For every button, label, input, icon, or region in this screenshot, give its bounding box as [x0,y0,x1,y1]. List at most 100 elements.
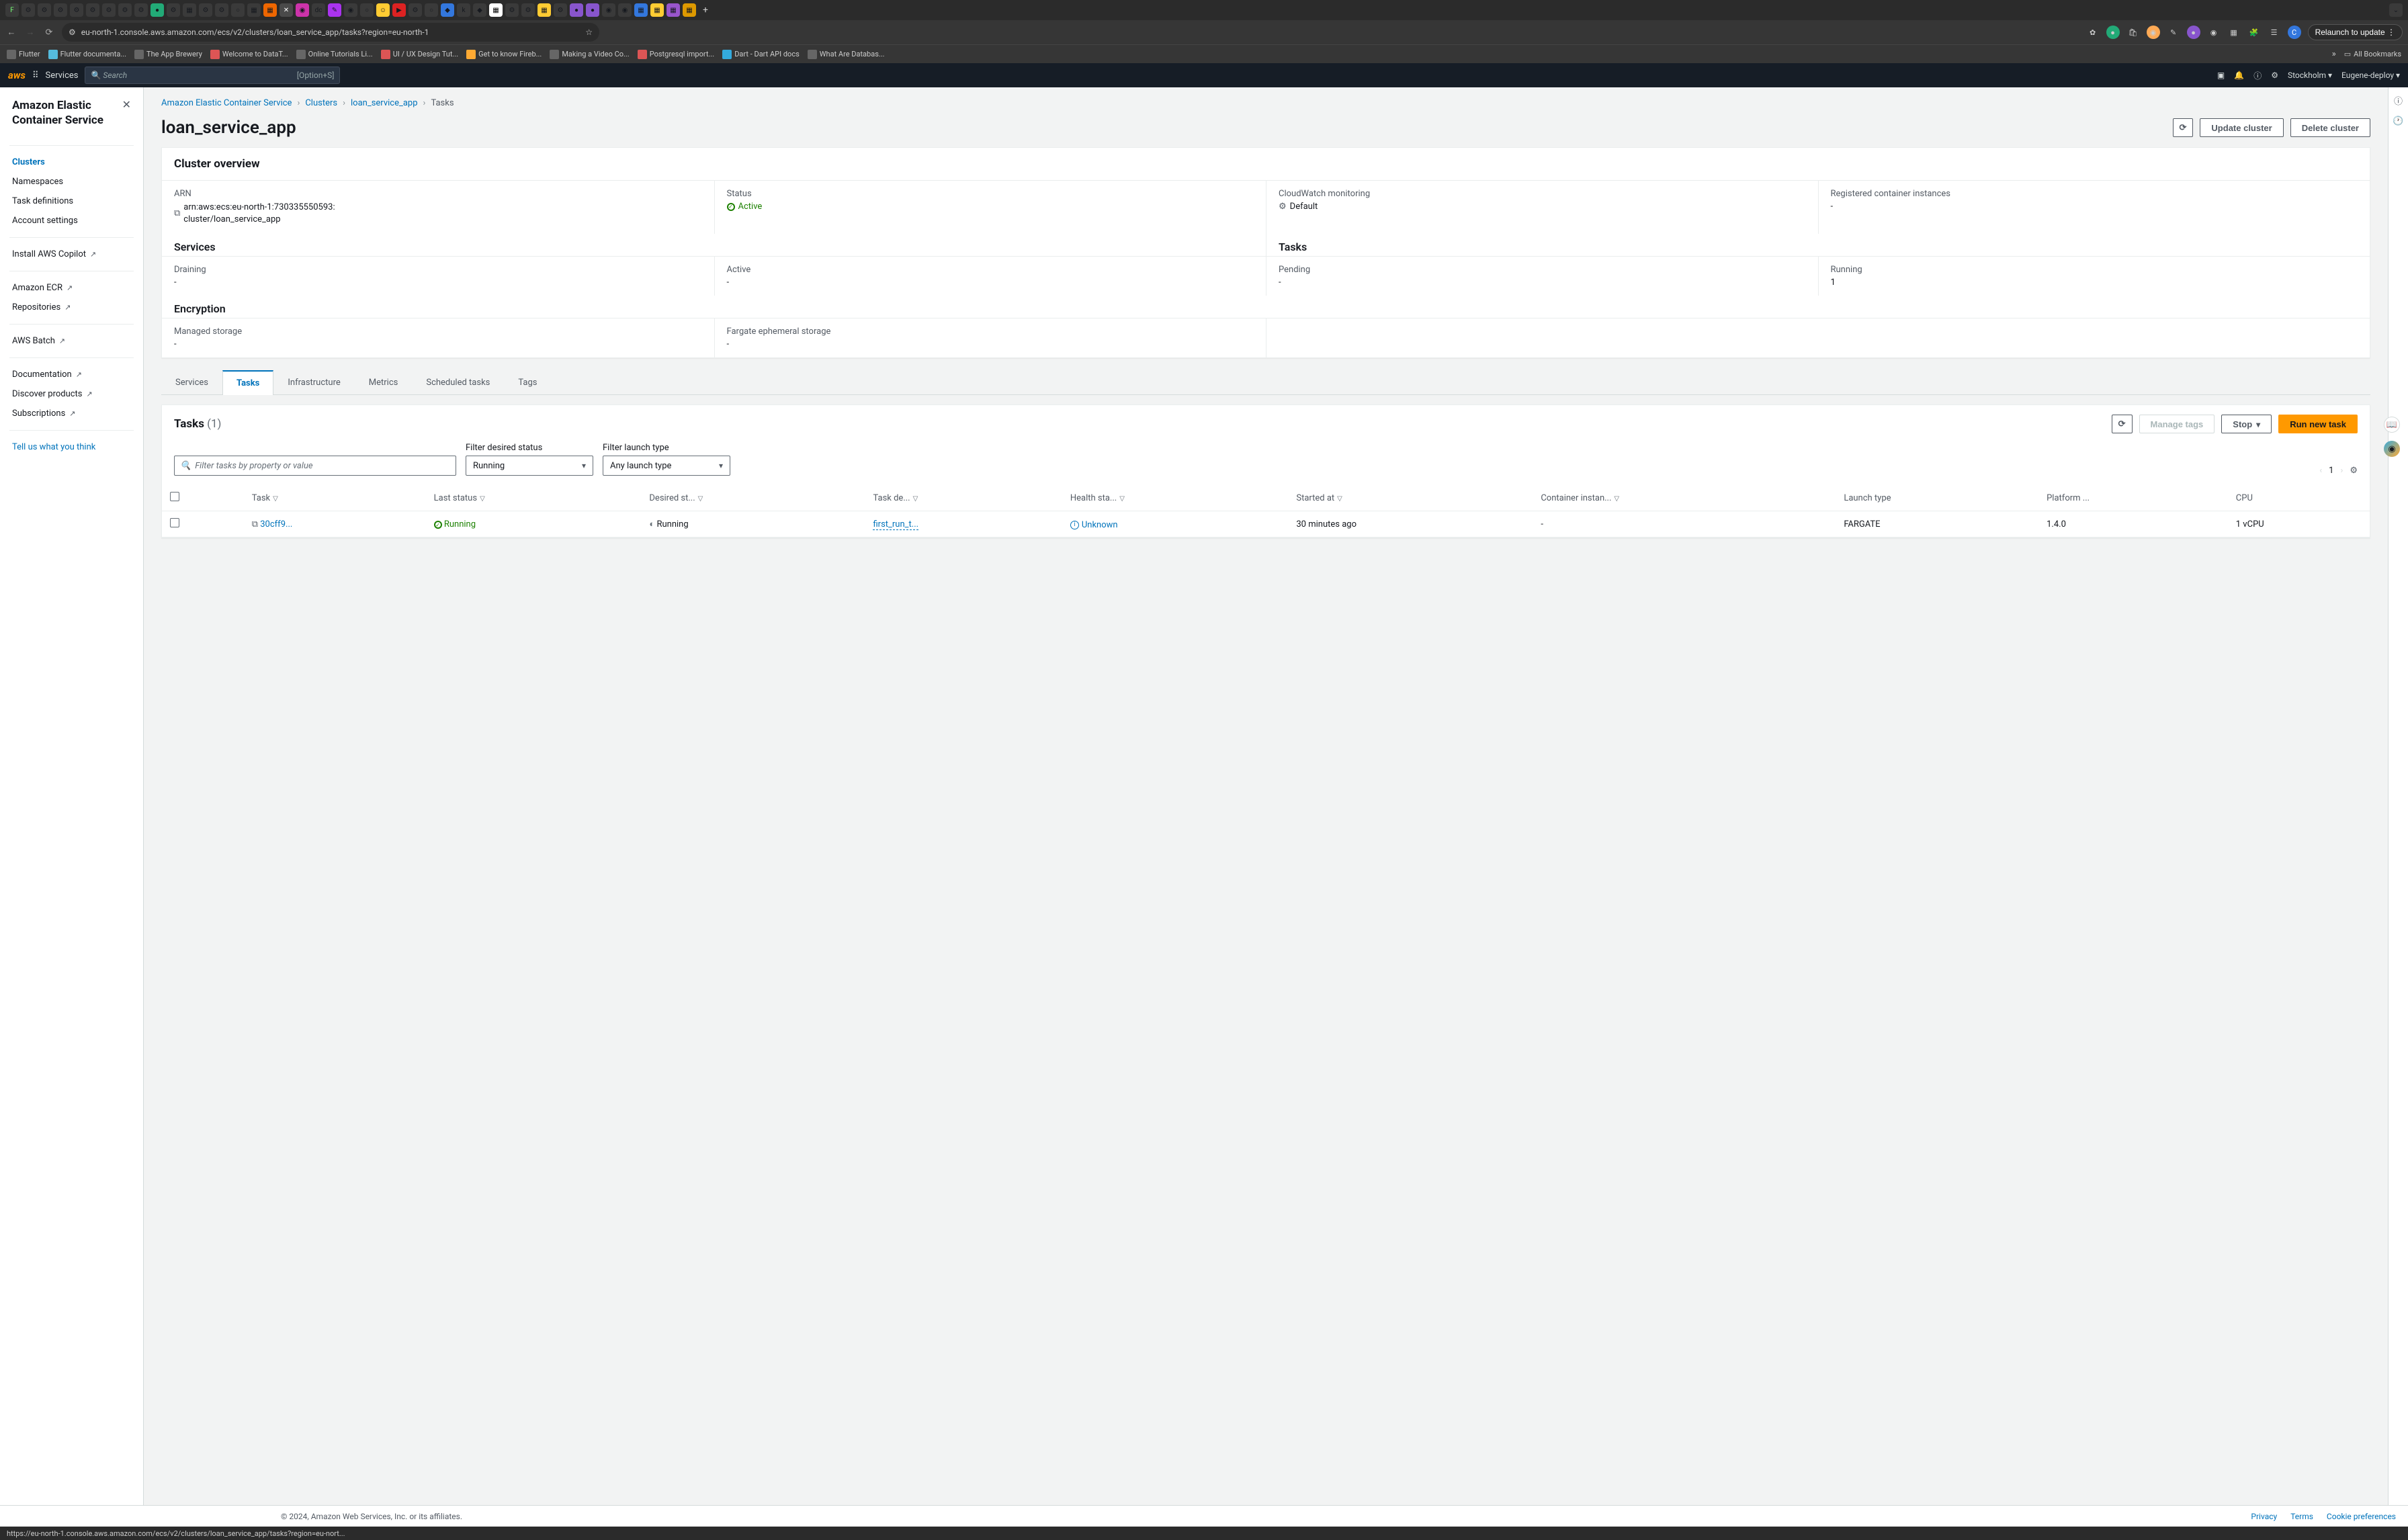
forward-button[interactable]: → [24,27,36,38]
breadcrumb-link[interactable]: Amazon Elastic Container Service [161,98,292,108]
select-all-checkbox[interactable] [170,492,179,501]
browser-tab[interactable]: ⚙ [167,3,180,17]
browser-tab[interactable]: ▦ [650,3,664,17]
col-last-status[interactable]: Last status▽ [426,485,642,511]
refresh-button[interactable]: ⟳ [2173,118,2194,137]
browser-tab[interactable]: ⚙ [102,3,116,17]
bookmark-item[interactable]: Postgresql import... [638,50,714,59]
browser-tab[interactable]: ▦ [634,3,648,17]
tab-overflow-button[interactable]: ⌄ [2389,3,2403,17]
browser-tab[interactable]: ✎ [328,3,341,17]
extensions-menu-icon[interactable]: 🧩 [2247,26,2261,39]
float-help-icon[interactable]: ◉ [2384,441,2400,457]
browser-tab[interactable]: ▶ [392,3,406,17]
account-menu[interactable]: Eugene-deploy ▾ [2341,71,2400,80]
cloudshell-icon[interactable]: ▣ [2217,71,2225,80]
col-started-at[interactable]: Started at▽ [1288,485,1533,511]
sidebar-item-repositories[interactable]: Repositories [0,298,143,317]
update-cluster-button[interactable]: Update cluster [2200,118,2283,137]
filter-launch-type-select[interactable]: Any launch type [603,456,730,476]
bookmark-item[interactable]: The App Brewery [134,50,202,59]
footer-terms-link[interactable]: Terms [2290,1512,2313,1521]
browser-tab[interactable]: ◉ [602,3,615,17]
run-new-task-button[interactable]: Run new task [2278,415,2358,433]
tab-infrastructure[interactable]: Infrastructure [273,370,354,394]
bookmarks-overflow[interactable]: » [2332,49,2336,59]
browser-tab[interactable]: ▦ [666,3,680,17]
help-icon[interactable]: ⓘ [2253,70,2262,81]
task-id-link[interactable]: 30cff9... [260,519,292,529]
browser-tab[interactable]: ▦ [538,3,551,17]
browser-tab[interactable]: ◆ [473,3,486,17]
notifications-icon[interactable]: 🔔 [2234,71,2244,80]
relaunch-button[interactable]: Relaunch to update ⋮ [2308,24,2403,40]
col-task[interactable]: Task▽ [244,485,426,511]
extension-icon[interactable]: ◉ [2207,26,2221,39]
bookmark-item[interactable]: Flutter [7,50,40,59]
sidebar-item-documentation[interactable]: Documentation [0,365,143,384]
browser-tab[interactable]: ○ [425,3,438,17]
filter-tasks-input[interactable]: 🔍 Filter tasks by property or value [174,456,456,476]
bookmark-star-icon[interactable]: ☆ [585,28,593,37]
extension-icon[interactable]: ✎ [2167,26,2180,39]
sidebar-item-discover[interactable]: Discover products [0,384,143,404]
extension-icon[interactable]: 🛍 [2126,26,2140,39]
reload-button[interactable]: ⟳ [43,28,55,38]
browser-tab[interactable]: ⚙ [38,3,51,17]
sidebar-close-icon[interactable]: ✕ [122,98,131,111]
bookmark-item[interactable]: What Are Databas... [808,50,885,59]
browser-tab[interactable]: ○ [231,3,245,17]
task-definition-link[interactable]: first_run_t... [873,519,918,530]
stop-task-button[interactable]: Stop [2221,415,2272,433]
browser-tab[interactable]: ⚙ [86,3,99,17]
sidebar-item-namespaces[interactable]: Namespaces [0,172,143,191]
copy-icon[interactable]: ⧉ [174,208,180,220]
bookmark-item[interactable]: Online Tutorials Li... [296,50,373,59]
url-bar[interactable]: ⚙ eu-north-1.console.aws.amazon.com/ecs/… [62,23,599,42]
extension-icon[interactable]: ✿ [2086,26,2100,39]
browser-tab[interactable]: F [5,3,19,17]
sidebar-item-install-copilot[interactable]: Install AWS Copilot [0,245,143,264]
breadcrumb-link[interactable]: Clusters [305,98,337,108]
aws-search-input[interactable]: 🔍 Search [Option+S] [85,67,340,84]
breadcrumb-link[interactable]: loan_service_app [351,98,418,108]
browser-tab[interactable]: ⚙ [70,3,83,17]
col-task-definition[interactable]: Task de...▽ [865,485,1062,511]
profile-avatar[interactable]: C [2288,26,2301,39]
col-container-instance[interactable]: Container instan...▽ [1533,485,1836,511]
table-settings-icon[interactable]: ⚙ [2350,466,2358,476]
footer-privacy-link[interactable]: Privacy [2251,1512,2277,1521]
browser-tab[interactable]: ▦ [263,3,277,17]
sidebar-item-feedback[interactable]: Tell us what you think [0,437,143,457]
refresh-tasks-button[interactable]: ⟳ [2112,415,2133,433]
browser-tab[interactable]: ▦ [489,3,503,17]
browser-tab[interactable]: ⚙ [134,3,148,17]
reading-list-icon[interactable]: ☰ [2268,26,2281,39]
browser-tab[interactable]: ○ [360,3,374,17]
browser-tab[interactable]: ⚙ [505,3,519,17]
bookmark-item[interactable]: Dart - Dart API docs [722,50,800,59]
tab-metrics[interactable]: Metrics [355,370,413,394]
browser-tab[interactable]: ⚙ [54,3,67,17]
prev-page-button[interactable]: ‹ [2319,466,2322,476]
browser-tab[interactable]: ◉ [618,3,632,17]
browser-tab[interactable]: ⚙ [22,3,35,17]
new-tab-button[interactable]: + [699,3,712,17]
sidebar-item-clusters[interactable]: Clusters [0,153,143,172]
settings-icon[interactable]: ⚙ [2271,71,2278,80]
sidebar-item-subscriptions[interactable]: Subscriptions [0,404,143,423]
next-page-button[interactable]: › [2340,466,2343,476]
sidebar-item-account-settings[interactable]: Account settings [0,211,143,230]
extension-icon[interactable]: ● [2106,26,2120,39]
browser-tab[interactable]: k [457,3,470,17]
browser-tab[interactable]: ⚙ [554,3,567,17]
extension-icon[interactable]: ▦ [2227,26,2241,39]
browser-tab[interactable]: dc [312,3,325,17]
tab-tasks[interactable]: Tasks [222,370,273,395]
browser-tab[interactable]: ▦ [183,3,196,17]
copy-icon[interactable]: ⧉ [252,519,258,529]
browser-tab[interactable]: ◆ [441,3,454,17]
browser-tab[interactable]: ▦ [247,3,261,17]
browser-tab[interactable]: ▦ [683,3,696,17]
browser-tab[interactable]: ⚙ [118,3,132,17]
